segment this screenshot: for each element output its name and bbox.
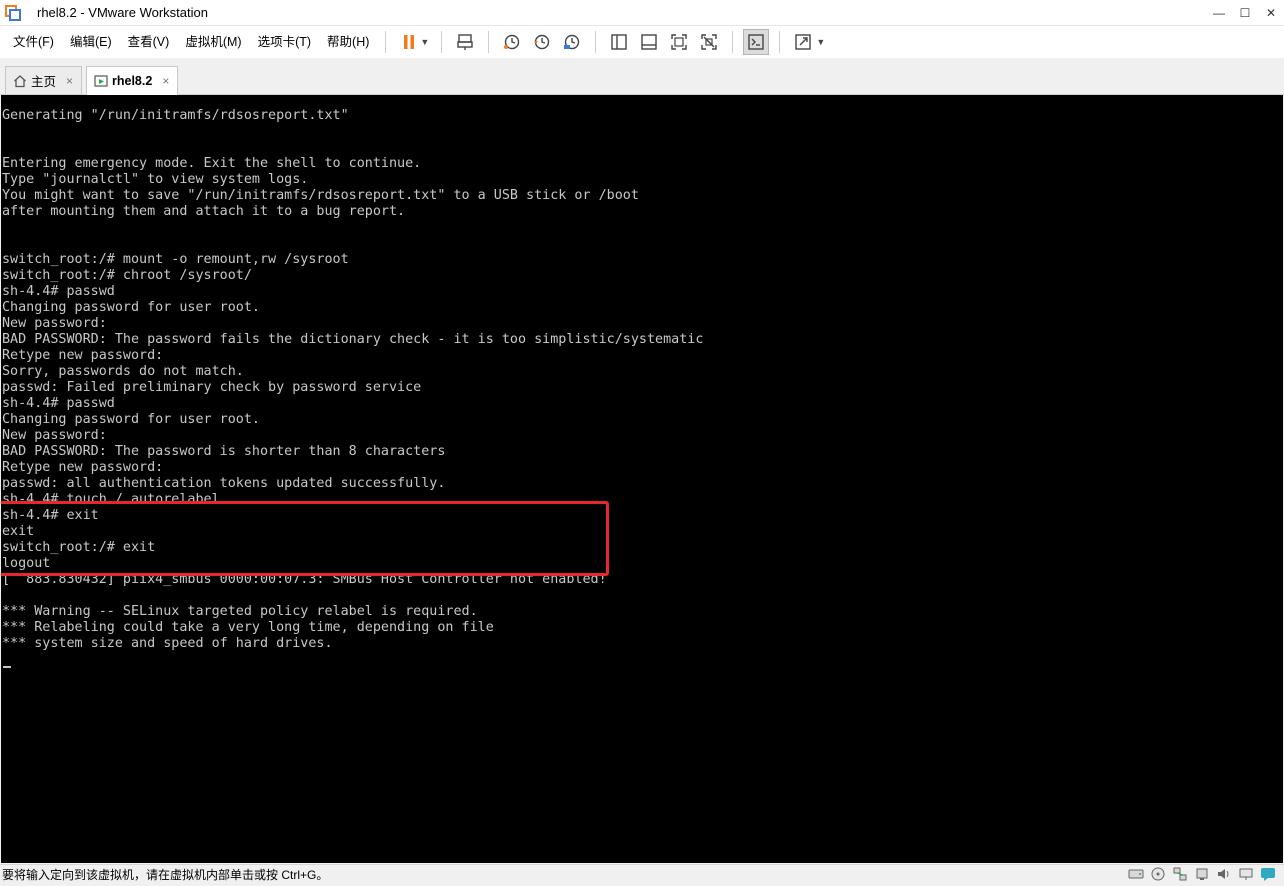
minimize-button[interactable]: —	[1206, 0, 1232, 25]
vmware-logo-icon	[5, 4, 21, 21]
close-button[interactable]: ✕	[1258, 0, 1284, 25]
toolbar-separator	[488, 31, 490, 53]
console-line: switch_root:/# mount -o remount,rw /sysr…	[2, 252, 349, 267]
tab-bar: 主页 × rhel8.2 ×	[0, 58, 1284, 95]
console-line: Entering emergency mode. Exit the shell …	[2, 156, 422, 171]
cd-dvd-icon[interactable]	[1150, 867, 1166, 881]
snapshot-icon[interactable]	[499, 29, 525, 55]
console-line: sh-4.4# passwd	[2, 396, 115, 411]
maximize-button[interactable]: ☐	[1232, 0, 1258, 25]
menu-edit[interactable]: 编辑(E)	[62, 30, 120, 54]
console-line: Type "journalctl" to view system logs.	[2, 172, 309, 187]
console-line: after mounting them and attach it to a b…	[2, 204, 406, 219]
unity-icon[interactable]	[696, 29, 722, 55]
snapshot-manager-icon[interactable]	[559, 29, 585, 55]
tab-rhel82[interactable]: rhel8.2 ×	[86, 66, 178, 95]
toolbar-separator	[441, 31, 443, 53]
toolbar-separator	[385, 31, 387, 53]
vm-icon	[94, 74, 108, 88]
vm-console[interactable]: Generating "/run/initramfs/rdsosreport.t…	[1, 95, 1283, 863]
console-line: Changing password for user root.	[2, 412, 260, 427]
toolbar-separator	[732, 31, 734, 53]
highlight-annotation	[1, 501, 609, 576]
console-line: Sorry, passwords do not match.	[2, 364, 244, 379]
title-bar: rhel8.2 - VMware Workstation — ☐ ✕	[0, 0, 1284, 26]
tab-home-close-icon[interactable]: ×	[66, 74, 73, 88]
send-ctrl-alt-del-icon[interactable]	[452, 29, 478, 55]
device-icons	[1122, 867, 1276, 881]
console-line: *** Relabeling could take a very long ti…	[2, 620, 494, 635]
console-line: sh-4.4# passwd	[2, 284, 115, 299]
console-line: Generating "/run/initramfs/rdsosreport.t…	[2, 108, 349, 123]
toolbar-separator	[595, 31, 597, 53]
full-screen-icon[interactable]	[666, 29, 692, 55]
usb-icon[interactable]	[1194, 867, 1210, 881]
console-line: Retype new password:	[2, 460, 164, 475]
tab-rhel82-close-icon[interactable]: ×	[162, 74, 169, 88]
console-line: BAD PASSWORD: The password is shorter th…	[2, 444, 446, 459]
menu-view[interactable]: 查看(V)	[120, 30, 178, 54]
toolbar-separator	[779, 31, 781, 53]
revert-snapshot-icon[interactable]	[529, 29, 555, 55]
home-icon	[13, 74, 27, 88]
menu-help[interactable]: 帮助(H)	[319, 30, 377, 54]
pause-icon[interactable]	[396, 29, 422, 55]
console-line: Retype new password:	[2, 348, 164, 363]
console-line: New password:	[2, 428, 107, 443]
console-line: New password:	[2, 316, 107, 331]
sound-icon[interactable]	[1216, 867, 1232, 881]
menu-vm[interactable]: 虚拟机(M)	[177, 30, 249, 54]
menu-tabs[interactable]: 选项卡(T)	[250, 30, 319, 54]
tab-home-label: 主页	[31, 75, 57, 89]
display-icon[interactable]	[1238, 867, 1254, 881]
pause-dropdown-icon[interactable]: ▼	[420, 37, 429, 47]
message-icon[interactable]	[1260, 867, 1276, 881]
console-line: You might want to save "/run/initramfs/r…	[2, 188, 639, 203]
console-line: switch_root:/# chroot /sysroot/	[2, 268, 252, 283]
console-view-icon[interactable]	[743, 29, 770, 55]
console-line: passwd: all authentication tokens update…	[2, 476, 446, 491]
tab-home[interactable]: 主页 ×	[5, 66, 82, 94]
hard-disk-icon[interactable]	[1128, 867, 1144, 881]
window-title: rhel8.2 - VMware Workstation	[37, 5, 208, 20]
console-line: *** system size and speed of hard drives…	[2, 636, 333, 651]
status-message: 要将输入定向到该虚拟机，请在虚拟机内部单击或按 Ctrl+G。	[2, 868, 329, 882]
status-bar: 要将输入定向到该虚拟机，请在虚拟机内部单击或按 Ctrl+G。	[0, 864, 1284, 884]
console-cursor	[3, 666, 11, 668]
thumbnail-bar-icon[interactable]	[636, 29, 662, 55]
menu-file[interactable]: 文件(F)	[5, 30, 62, 54]
menu-toolbar: 文件(F) 编辑(E) 查看(V) 虚拟机(M) 选项卡(T) 帮助(H) ▼ …	[0, 26, 1284, 58]
window-controls: — ☐ ✕	[1206, 0, 1284, 25]
network-icon[interactable]	[1172, 867, 1188, 881]
console-line: passwd: Failed preliminary check by pass…	[2, 380, 422, 395]
console-line: Changing password for user root.	[2, 300, 260, 315]
stretch-guest-icon[interactable]	[790, 29, 816, 55]
console-line: BAD PASSWORD: The password fails the dic…	[2, 332, 704, 347]
console-line: *** Warning -- SELinux targeted policy r…	[2, 604, 478, 619]
tab-rhel82-label: rhel8.2	[112, 74, 153, 88]
stretch-dropdown-icon[interactable]: ▼	[816, 37, 825, 47]
show-library-icon[interactable]	[606, 29, 632, 55]
